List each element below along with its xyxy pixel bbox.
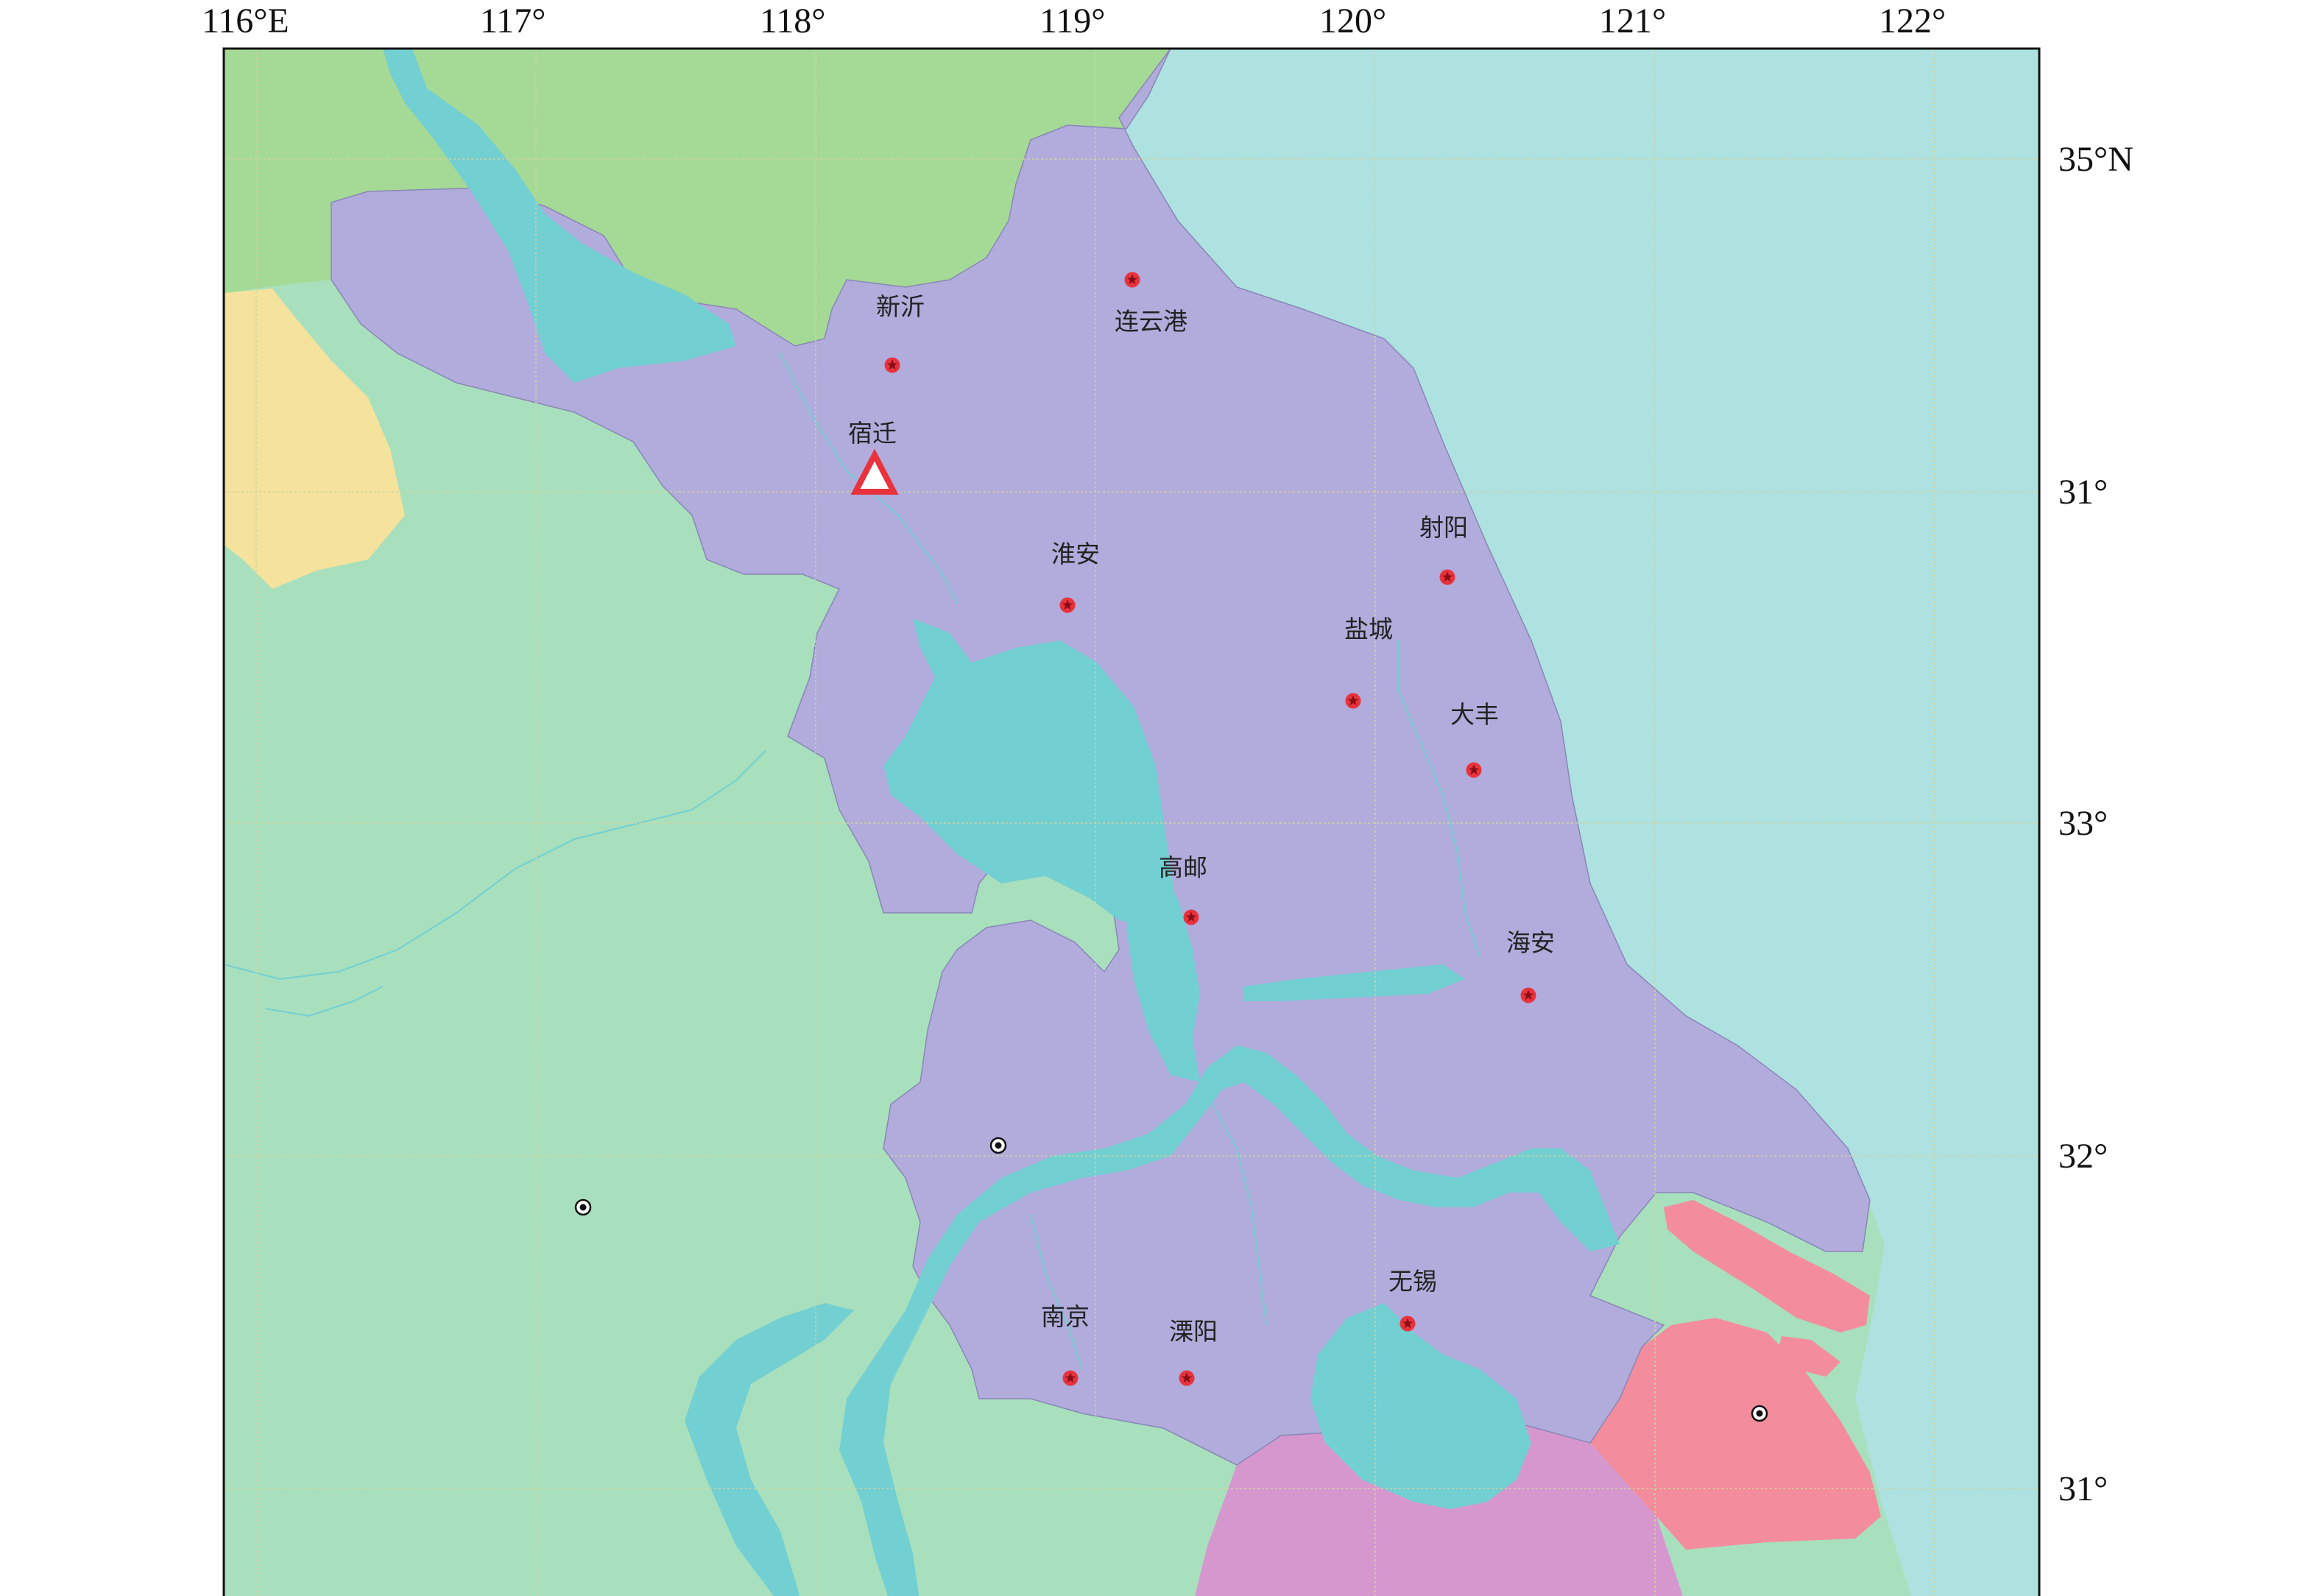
city-marker-nanjing bbox=[1062, 1370, 1079, 1386]
lat-label-35: 35°N bbox=[2058, 140, 2133, 179]
city-label-gaoyou: 高邮 bbox=[1159, 853, 1207, 882]
dot-marker bbox=[574, 1198, 592, 1216]
lon-label-117: 117° bbox=[480, 1, 546, 40]
city-label-yancheng: 盐城 bbox=[1344, 615, 1393, 643]
city-marker-dafeng bbox=[1466, 762, 1482, 778]
lat-label-31a: 31° bbox=[2058, 473, 2108, 512]
map: 新沂 连云港 宿迁 淮安 射阳 盐城 大丰 高邮 海安 无锡 南京 溧阳 116… bbox=[202, 1, 2133, 1596]
city-label-huaian: 淮安 bbox=[1051, 540, 1100, 568]
city-label-sheyang: 射阳 bbox=[1419, 513, 1468, 542]
city-label-haian: 海安 bbox=[1506, 928, 1555, 957]
city-marker-gaoyou bbox=[1183, 909, 1199, 925]
lat-label-31b: 31° bbox=[2058, 1469, 2108, 1508]
lon-label-118: 118° bbox=[760, 1, 825, 40]
lon-label-122: 122° bbox=[1879, 1, 1946, 40]
lon-label-121: 121° bbox=[1599, 1, 1666, 40]
city-label-dafeng: 大丰 bbox=[1450, 700, 1499, 729]
latitude-labels: 35°N 31° 33° 32° 31° bbox=[2058, 140, 2133, 1508]
lat-label-33: 33° bbox=[2058, 804, 2108, 843]
city-label-suqian: 宿迁 bbox=[848, 419, 897, 448]
lon-label-116: 116°E bbox=[202, 1, 289, 40]
longitude-labels: 116°E 117° 118° 119° 120° 121° 122° bbox=[202, 1, 1946, 40]
city-marker-liyang bbox=[1179, 1370, 1195, 1386]
city-label-liyang: 溧阳 bbox=[1169, 1317, 1218, 1346]
lat-label-32: 32° bbox=[2058, 1137, 2108, 1176]
city-label-xinyi: 新沂 bbox=[876, 292, 925, 321]
city-marker-sheyang bbox=[1439, 569, 1455, 585]
city-marker-yancheng bbox=[1345, 693, 1361, 709]
city-marker-xinyi bbox=[884, 357, 900, 373]
lon-label-119: 119° bbox=[1040, 1, 1105, 40]
city-label-lianyungang: 连云港 bbox=[1115, 307, 1187, 336]
city-marker-haian bbox=[1520, 987, 1536, 1003]
city-label-wuxi: 无锡 bbox=[1388, 1267, 1437, 1296]
lon-label-120: 120° bbox=[1319, 1, 1386, 40]
city-marker-wuxi bbox=[1399, 1316, 1416, 1332]
dot-marker bbox=[989, 1137, 1007, 1154]
city-label-nanjing: 南京 bbox=[1041, 1302, 1090, 1331]
dot-marker bbox=[1751, 1405, 1768, 1422]
city-marker-huaian bbox=[1059, 597, 1076, 613]
city-marker-lianyungang bbox=[1124, 272, 1140, 288]
